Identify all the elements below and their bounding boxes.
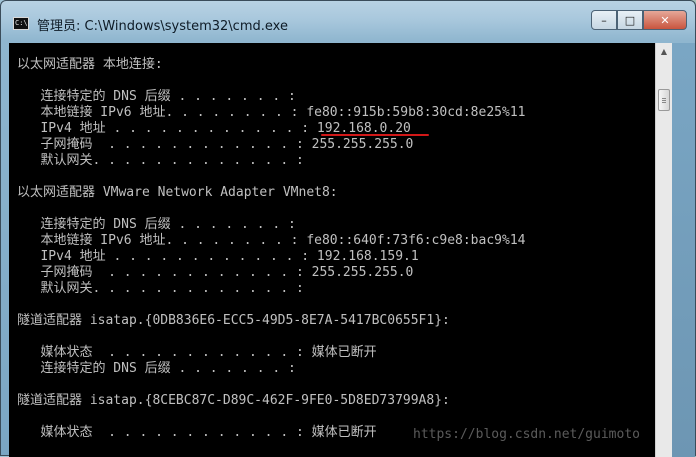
console-line: 本地链接 IPv6 地址. . . . . . . . : fe80::640f… — [17, 233, 526, 248]
red-underline-annotation — [321, 134, 429, 136]
window-frame-right — [672, 43, 695, 457]
title-bar[interactable]: C:\ 管理员: C:\Windows\system32\cmd.exe – □… — [1, 1, 695, 45]
watermark: https://blog.csdn.net/guimoto — [413, 427, 640, 442]
close-button[interactable]: ✕ — [643, 10, 687, 30]
console-line: 隧道适配器 isatap.{8CEBC87C-D89C-462F-9FE0-5D… — [17, 393, 450, 408]
maximize-button[interactable]: □ — [617, 10, 643, 30]
console-line: 隧道适配器 isatap.{0DB836E6-ECC5-49D5-8E7A-54… — [17, 313, 450, 328]
console-line: 子网掩码 . . . . . . . . . . . . : 255.255.2… — [17, 137, 414, 152]
scroll-up-arrow-icon[interactable]: ▲ — [656, 43, 672, 60]
console-output[interactable]: 以太网适配器 本地连接: 连接特定的 DNS 后缀 . . . . . . . … — [9, 43, 655, 457]
cmd-window: C:\ 管理员: C:\Windows\system32\cmd.exe – □… — [0, 0, 696, 457]
console-line: 媒体状态 . . . . . . . . . . . . : 媒体已断开 — [17, 345, 377, 360]
vertical-scrollbar[interactable]: ▲ — [655, 43, 672, 457]
console-line: 默认网关. . . . . . . . . . . . . : — [17, 153, 304, 168]
console-line: 本地链接 IPv6 地址. . . . . . . . : fe80::915b… — [17, 105, 526, 120]
console-line: 连接特定的 DNS 后缀 . . . . . . . : — [17, 361, 296, 376]
window-controls: – □ ✕ — [591, 10, 687, 30]
console-line: 默认网关. . . . . . . . . . . . . : — [17, 281, 304, 296]
console-line: 连接特定的 DNS 后缀 . . . . . . . : — [17, 89, 296, 104]
grip-line — [662, 100, 666, 101]
console-line: 连接特定的 DNS 后缀 . . . . . . . : — [17, 217, 296, 232]
console-line: 以太网适配器 本地连接: — [17, 57, 163, 72]
scrollbar-thumb[interactable] — [658, 89, 670, 111]
grip-line — [662, 98, 666, 99]
console-line: 以太网适配器 VMware Network Adapter VMnet8: — [17, 185, 338, 200]
grip-line — [662, 102, 666, 103]
console-line: 媒体状态 . . . . . . . . . . . . : 媒体已断开 — [17, 425, 377, 440]
console-line: IPv4 地址 . . . . . . . . . . . . : 192.16… — [17, 249, 419, 264]
minimize-button[interactable]: – — [591, 10, 617, 30]
window-title: 管理员: C:\Windows\system32\cmd.exe — [37, 19, 288, 34]
cmd-icon[interactable]: C:\ — [13, 17, 29, 30]
console-line: 子网掩码 . . . . . . . . . . . . : 255.255.2… — [17, 265, 414, 280]
